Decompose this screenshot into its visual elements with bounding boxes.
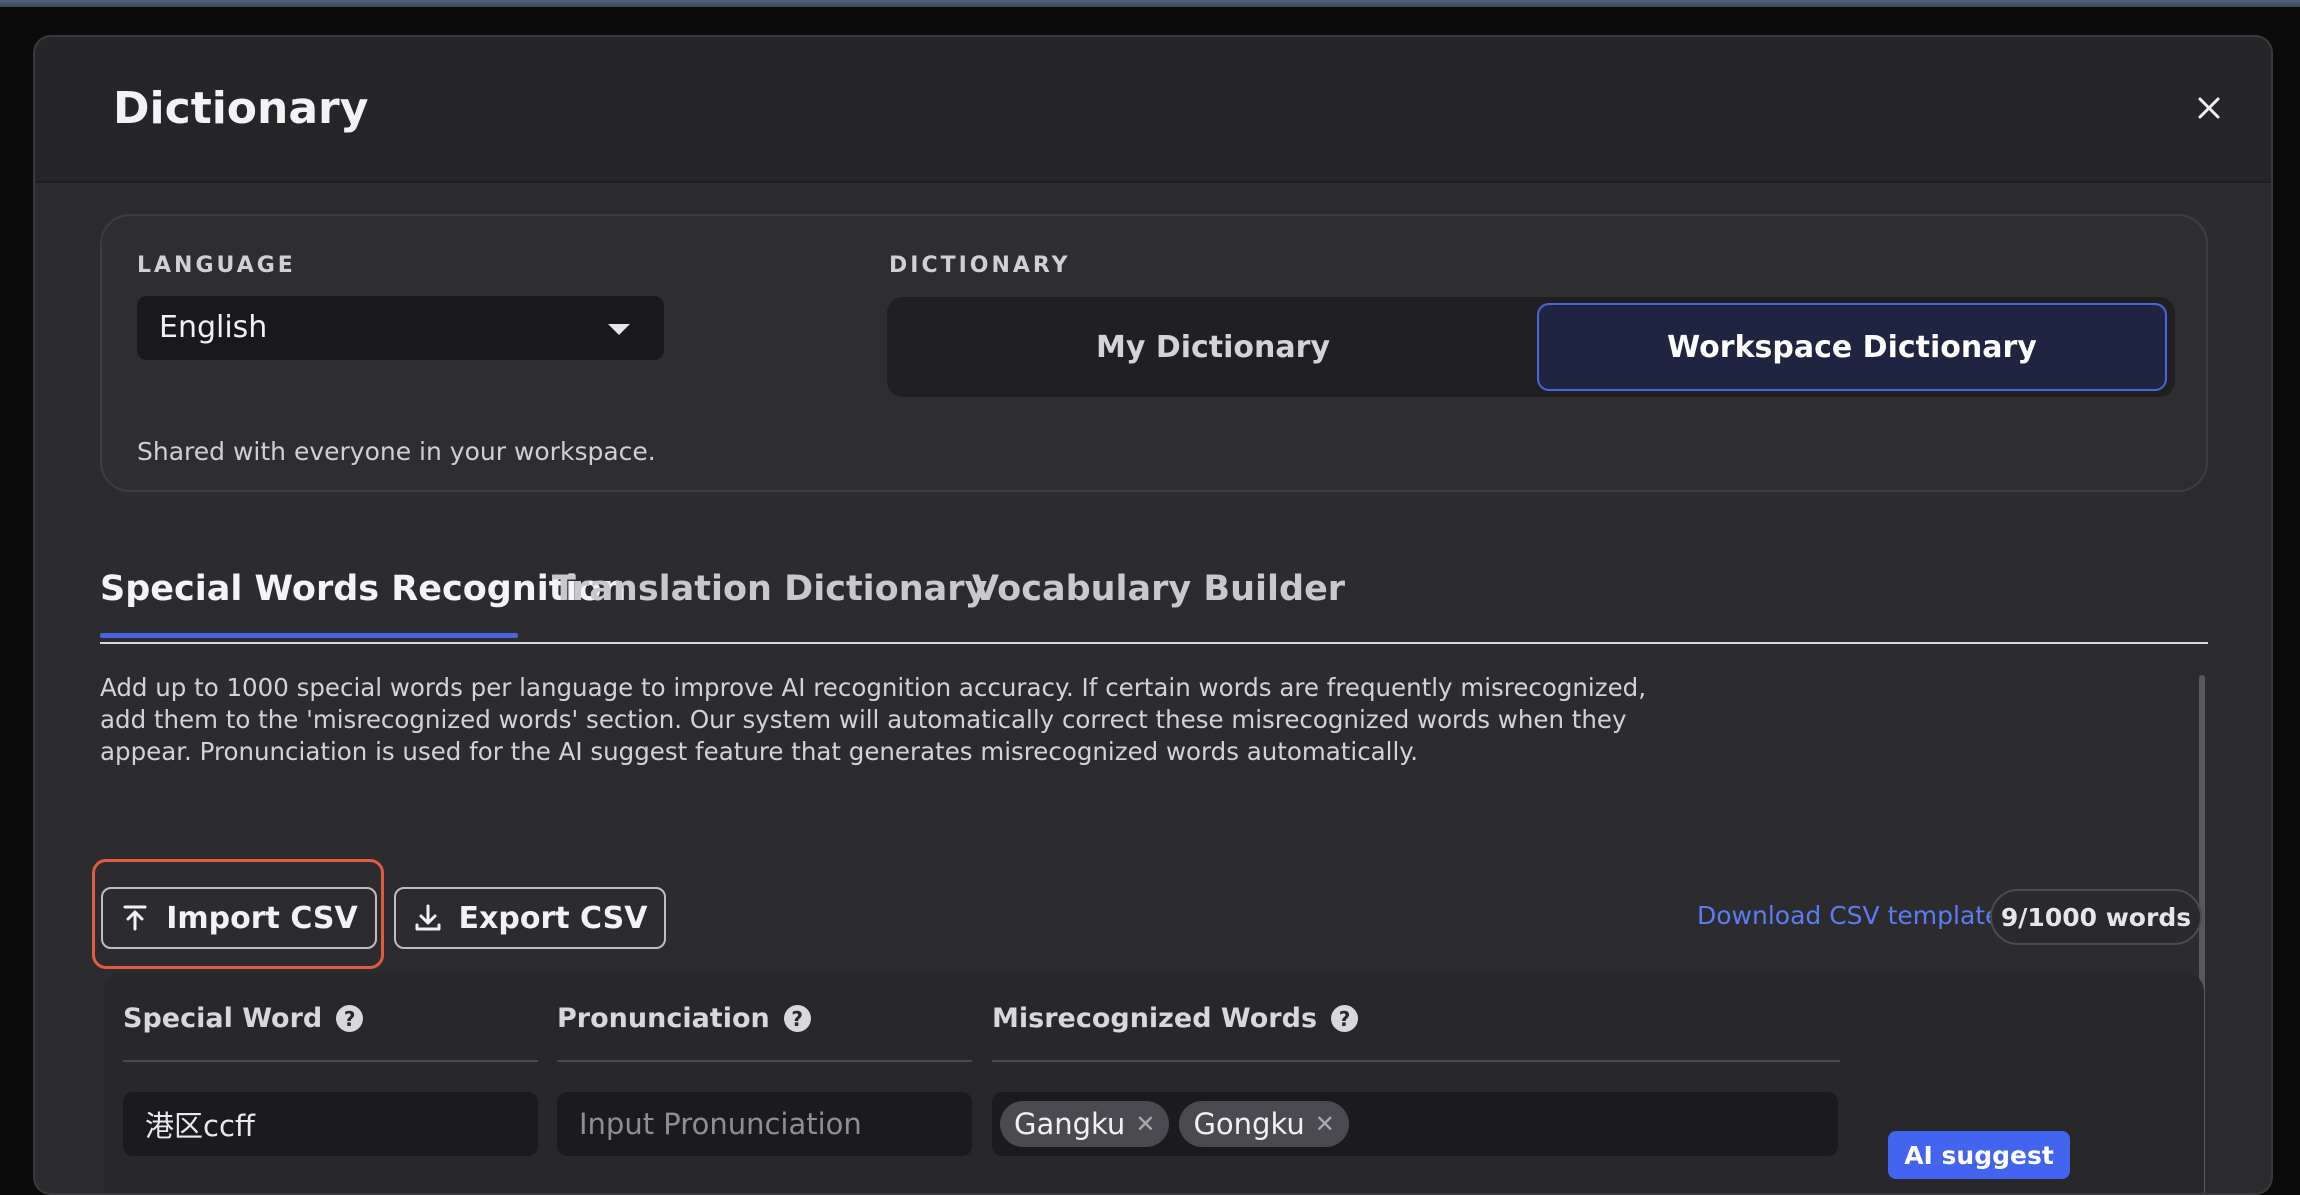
tab-bar: Special Words Recognition Translation Di…: [100, 537, 2208, 647]
tab-vocabulary-builder[interactable]: Vocabulary Builder: [972, 569, 1345, 609]
tab-translation-dictionary[interactable]: Translation Dictionary: [552, 569, 987, 609]
download-csv-template-link[interactable]: Download CSV template: [1697, 901, 2000, 930]
toggle-my-dictionary[interactable]: My Dictionary: [893, 303, 1533, 391]
remove-chip-icon[interactable]: ✕: [1315, 1110, 1335, 1138]
upload-icon: [123, 905, 147, 931]
export-csv-button[interactable]: Export CSV: [394, 887, 666, 949]
header-special-word-label: Special Word: [123, 1003, 323, 1034]
misrecognized-chip: Gongku ✕: [1179, 1101, 1349, 1147]
close-button[interactable]: [2182, 81, 2236, 135]
close-icon: [2198, 97, 2220, 119]
window-top-strip: [0, 0, 2300, 7]
language-select-value: English: [159, 310, 268, 345]
export-csv-label: Export CSV: [458, 900, 648, 936]
misrecognized-chip: Gangku ✕: [1000, 1101, 1170, 1147]
help-icon[interactable]: ?: [336, 1005, 364, 1032]
misrecognized-words-field[interactable]: Gangku ✕ Gongku ✕: [992, 1092, 1838, 1156]
pronunciation-input[interactable]: [579, 1107, 972, 1141]
ai-suggest-button[interactable]: AI suggest: [1888, 1131, 2070, 1179]
tabs-divider: [100, 642, 2208, 644]
import-csv-button[interactable]: Import CSV: [101, 887, 377, 949]
dictionary-modal: Dictionary LANGUAGE English DICTIONARY M…: [33, 35, 2273, 1195]
modal-title: Dictionary: [113, 83, 369, 134]
special-word-field[interactable]: 港区ccff: [123, 1092, 538, 1156]
chip-label: Gangku: [1014, 1107, 1126, 1141]
remove-chip-icon[interactable]: ✕: [1135, 1110, 1155, 1138]
settings-card: LANGUAGE English DICTIONARY My Dictionar…: [100, 214, 2208, 492]
active-tab-indicator: [100, 633, 518, 638]
header-rule: [557, 1060, 972, 1062]
shared-note: Shared with everyone in your workspace.: [137, 437, 656, 466]
pronunciation-field[interactable]: [557, 1092, 972, 1156]
help-icon[interactable]: ?: [1331, 1005, 1359, 1032]
header-special-word: Special Word ?: [123, 1003, 364, 1034]
language-label: LANGUAGE: [137, 253, 296, 278]
dictionary-toggle: My Dictionary Workspace Dictionary: [887, 297, 2175, 397]
language-select[interactable]: English: [137, 296, 664, 360]
header-pronunciation: Pronunciation ?: [557, 1003, 811, 1034]
modal-header: Dictionary: [35, 37, 2271, 183]
tab-special-words-recognition[interactable]: Special Words Recognition: [100, 569, 626, 609]
import-csv-label: Import CSV: [166, 900, 358, 936]
description-text: Add up to 1000 special words per languag…: [100, 673, 1647, 766]
word-count-badge: 9/1000 words: [1990, 889, 2202, 945]
header-rule: [992, 1060, 1840, 1062]
caret-down-icon: [608, 324, 630, 335]
header-rule: [123, 1060, 538, 1062]
header-pronunciation-label: Pronunciation: [557, 1003, 770, 1034]
dictionary-label: DICTIONARY: [889, 253, 1071, 278]
download-icon: [415, 904, 441, 931]
special-word-value: 港区ccff: [145, 1109, 255, 1143]
help-icon[interactable]: ?: [783, 1005, 811, 1032]
toggle-workspace-dictionary[interactable]: Workspace Dictionary: [1537, 303, 2167, 391]
chip-label: Gongku: [1193, 1107, 1305, 1141]
header-misrecognized-label: Misrecognized Words: [992, 1003, 1318, 1034]
header-misrecognized-words: Misrecognized Words ?: [992, 1003, 1359, 1034]
